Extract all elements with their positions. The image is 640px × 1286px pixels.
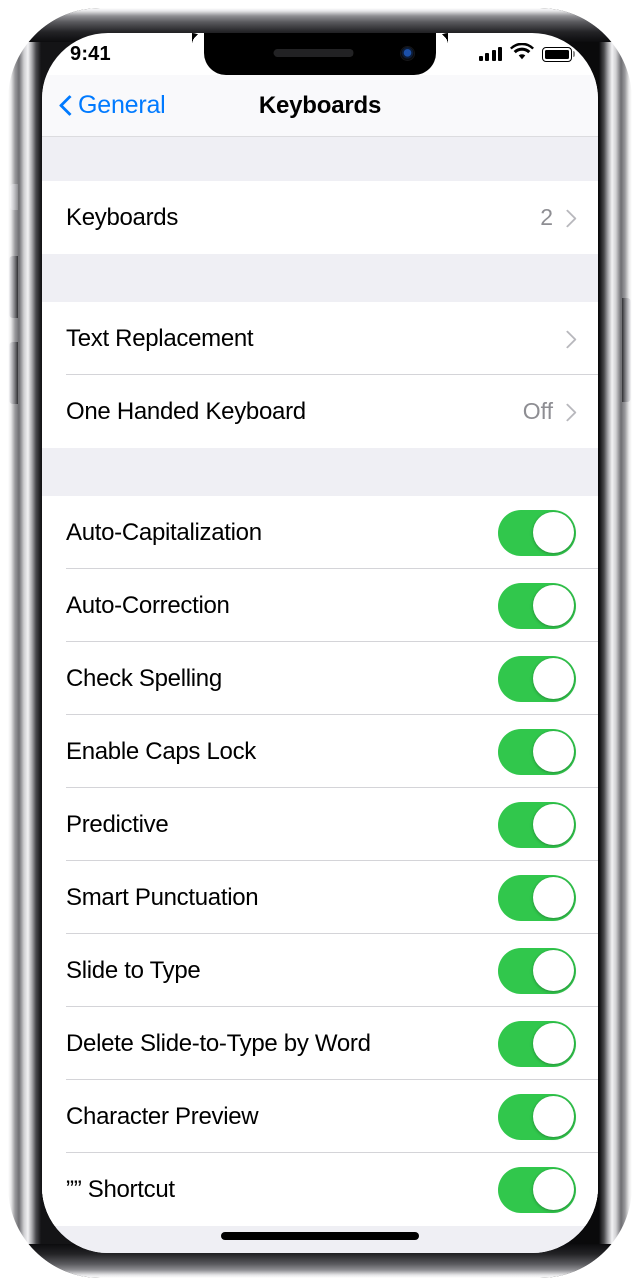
chevron-right-icon: [565, 208, 576, 227]
volume-up-button[interactable]: [9, 256, 18, 318]
toggle-check-spelling[interactable]: [498, 655, 576, 702]
row-label: Check Spelling: [66, 664, 222, 692]
section-gap: [42, 254, 598, 302]
chevron-right-icon: [565, 329, 576, 348]
row-label: ”” Shortcut: [66, 1175, 175, 1203]
row-label: Auto-Capitalization: [66, 518, 262, 546]
navigation-bar: General Keyboards: [42, 75, 598, 137]
row-label: Character Preview: [66, 1102, 259, 1130]
row-label: Text Replacement: [66, 324, 254, 352]
front-camera-icon: [401, 47, 414, 60]
row-label: Smart Punctuation: [66, 883, 259, 911]
back-button-label: General: [78, 91, 166, 119]
row-character-preview[interactable]: Character Preview: [42, 1080, 598, 1153]
toggle-enable-caps-lock[interactable]: [498, 728, 576, 775]
row-label: Slide to Type: [66, 956, 201, 984]
row-value: Off: [522, 398, 553, 424]
row-slide-to-type[interactable]: Slide to Type: [42, 934, 598, 1007]
row-label: Delete Slide-to-Type by Word: [66, 1029, 371, 1057]
toggle-auto-correction[interactable]: [498, 582, 576, 629]
row-label: Predictive: [66, 810, 169, 838]
status-indicators: [478, 42, 572, 65]
toggle-auto-capitalization[interactable]: [498, 509, 576, 556]
row-predictive[interactable]: Predictive: [42, 788, 598, 861]
row-label: Keyboards: [66, 203, 179, 231]
row-quote-shortcut[interactable]: ”” Shortcut: [42, 1153, 598, 1226]
toggle-predictive[interactable]: [498, 801, 576, 848]
row-delete-slide-to-type-by-word[interactable]: Delete Slide-to-Type by Word: [42, 1007, 598, 1080]
phone-screen: 9:41 General Keyboards Keyboards 2 Text …: [42, 33, 598, 1253]
toggle-character-preview[interactable]: [498, 1093, 576, 1140]
silent-switch[interactable]: [10, 184, 18, 210]
row-smart-punctuation[interactable]: Smart Punctuation: [42, 861, 598, 934]
power-button[interactable]: [622, 298, 631, 402]
volume-down-button[interactable]: [9, 342, 18, 404]
chevron-left-icon: [60, 95, 73, 117]
settings-group-text: Text Replacement One Handed Keyboard Off: [42, 302, 598, 448]
settings-group-keyboards: Keyboards 2: [42, 181, 598, 254]
home-indicator[interactable]: [221, 1232, 419, 1240]
toggle-quote-shortcut[interactable]: [498, 1166, 576, 1213]
row-keyboards[interactable]: Keyboards 2: [42, 181, 598, 254]
toggle-slide-to-type[interactable]: [498, 947, 576, 994]
section-gap: [42, 137, 598, 181]
status-time: 9:41: [70, 42, 111, 65]
section-gap: [42, 448, 598, 496]
notch: [192, 33, 448, 75]
row-auto-capitalization[interactable]: Auto-Capitalization: [42, 496, 598, 569]
back-button-general[interactable]: General: [60, 91, 166, 120]
wifi-icon: [510, 42, 534, 65]
chevron-right-icon: [565, 402, 576, 421]
row-label: Auto-Correction: [66, 591, 230, 619]
row-enable-caps-lock[interactable]: Enable Caps Lock: [42, 715, 598, 788]
cellular-signal-icon: [478, 47, 502, 61]
settings-group-typing-options: Auto-Capitalization Auto-Correction Chec…: [42, 496, 598, 1226]
battery-full-icon: [542, 46, 572, 62]
toggle-smart-punctuation[interactable]: [498, 874, 576, 921]
settings-list[interactable]: Keyboards 2 Text Replacement One Handed …: [42, 137, 598, 1253]
speaker-grille-icon: [273, 49, 354, 57]
row-label: One Handed Keyboard: [66, 397, 306, 425]
row-auto-correction[interactable]: Auto-Correction: [42, 569, 598, 642]
row-value: 2: [540, 204, 553, 230]
row-one-handed-keyboard[interactable]: One Handed Keyboard Off: [42, 375, 598, 448]
toggle-delete-slide-to-type-by-word[interactable]: [498, 1020, 576, 1067]
row-check-spelling[interactable]: Check Spelling: [42, 642, 598, 715]
row-label: Enable Caps Lock: [66, 737, 256, 765]
phone-frame: 9:41 General Keyboards Keyboards 2 Text …: [8, 8, 632, 1278]
row-text-replacement[interactable]: Text Replacement: [42, 302, 598, 375]
